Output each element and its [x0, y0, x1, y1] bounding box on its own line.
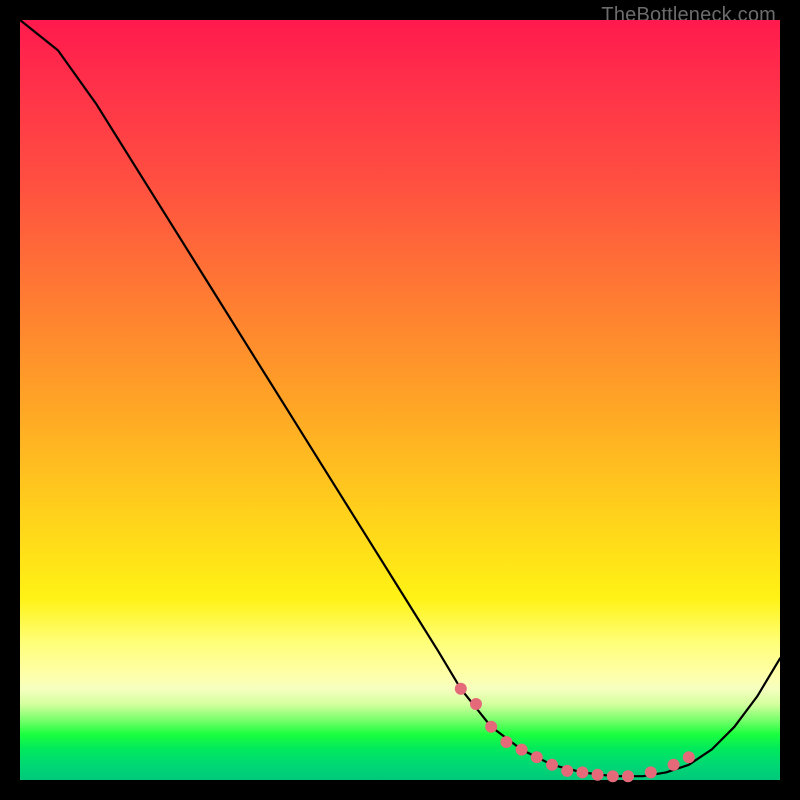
valley-dot [668, 759, 680, 771]
curve-layer [20, 20, 780, 780]
valley-dot [455, 683, 467, 695]
valley-dot [622, 770, 634, 782]
valley-dot [516, 744, 528, 756]
valley-dot [683, 751, 695, 763]
valley-dot [500, 736, 512, 748]
chart-frame: TheBottleneck.com [0, 0, 800, 800]
valley-dot [546, 759, 558, 771]
valley-dot [576, 766, 588, 778]
valley-dot [592, 769, 604, 781]
valley-dot [645, 766, 657, 778]
bottleneck-curve [20, 20, 780, 776]
valley-dot [470, 698, 482, 710]
valley-dot [607, 770, 619, 782]
valley-dot [531, 751, 543, 763]
plot-gradient-area [20, 20, 780, 780]
valley-dot [485, 721, 497, 733]
valley-dots-group [455, 683, 695, 782]
valley-dot [561, 765, 573, 777]
